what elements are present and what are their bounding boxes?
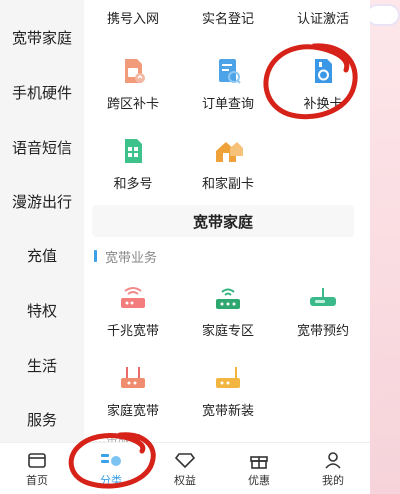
sidebar-item-service[interactable]: 服务: [0, 392, 84, 446]
app-screen: 宽带家庭 手机硬件 语音短信 漫游出行 充值 特权 生活 服务 携号入网 实名登…: [0, 0, 370, 494]
top-row: 携号入网 实名登记 认证激活: [84, 8, 370, 30]
sidebar-item-roaming[interactable]: 漫游出行: [0, 174, 84, 228]
home-broadband-icon: [117, 362, 149, 394]
sidebar-item-life[interactable]: 生活: [0, 338, 84, 392]
grid-item-label: 千兆宽带: [106, 324, 159, 339]
sidebar-item-voice-sms[interactable]: 语音短信: [0, 120, 84, 174]
tab-offers[interactable]: 优惠: [222, 443, 296, 494]
sidebar-item-broadband[interactable]: 宽带家庭: [0, 10, 84, 64]
grid-item-home-zone[interactable]: 家庭专区: [183, 282, 273, 354]
category-icon: [100, 450, 122, 470]
grid-item-label: 补换卡: [303, 97, 343, 112]
new-install-icon: [212, 362, 244, 394]
tab-label: 我的: [322, 474, 344, 487]
subsection-label: 宽带业务: [105, 250, 158, 266]
top-item-activation[interactable]: 认证激活: [278, 8, 368, 27]
home-icon: [26, 450, 48, 470]
sidebar-item-privilege[interactable]: 特权: [0, 283, 84, 337]
cloud-decoration: [368, 6, 398, 24]
category-sidebar: 宽带家庭 手机硬件 语音短信 漫游出行 充值 特权 生活 服务: [0, 0, 84, 442]
grid-item-home-broadband[interactable]: 家庭宽带: [88, 362, 178, 434]
grid-item-multi-number[interactable]: 和多号: [88, 135, 178, 207]
subsection-title: 宽带业务: [94, 247, 158, 266]
tab-label: 分类: [100, 474, 122, 487]
grid-item-family-sub-card[interactable]: 和家副卡: [183, 135, 273, 207]
tab-label: 首页: [26, 474, 48, 487]
gift-icon: [248, 450, 270, 470]
grid-item-label: 和多号: [113, 177, 153, 192]
grid-item-label: 家庭宽带: [106, 404, 159, 419]
grid-item-label: 宽带新装: [201, 404, 254, 419]
tab-label: 权益: [174, 474, 196, 487]
home-zone-icon: [212, 282, 244, 314]
grid-item-order-query[interactable]: 订单查询: [183, 55, 273, 127]
grid-item-sim-replace[interactable]: 补换卡: [278, 55, 368, 127]
tab-mine[interactable]: 我的: [296, 443, 370, 494]
grid-item-cross-region-sim[interactable]: 跨区补卡: [88, 55, 178, 127]
grid-item-gigabit-broadband[interactable]: 千兆宽带: [88, 282, 178, 354]
tab-home[interactable]: 首页: [0, 443, 74, 494]
bottom-tab-bar: 首页 分类 权益 优惠 我的: [0, 432, 370, 494]
grid-item-label: 订单查询: [201, 97, 254, 112]
grid-item-broadband-booking[interactable]: 宽带预约: [278, 282, 368, 354]
subsection-accent-bar: [94, 250, 97, 262]
sidebar-item-phone-hardware[interactable]: 手机硬件: [0, 65, 84, 119]
grid-item-new-install[interactable]: 宽带新装: [183, 362, 273, 434]
grid-item-label: 宽带预约: [296, 324, 349, 339]
family-sub-card-icon: [212, 135, 244, 167]
multi-number-sim-icon: [117, 135, 149, 167]
profile-icon: [322, 450, 344, 470]
broadband-booking-icon: [307, 282, 339, 314]
top-item-real-name[interactable]: 实名登记: [183, 8, 273, 27]
category-content: 携号入网 实名登记 认证激活 跨区补卡 订单查询 补换卡 和多号 和家副卡 宽带…: [84, 0, 370, 442]
grid-item-label: 家庭专区: [201, 324, 254, 339]
tab-category[interactable]: 分类: [74, 443, 148, 494]
sim-replace-icon: [307, 55, 339, 87]
section-title-broadband: 宽带家庭: [92, 205, 354, 237]
sim-swap-icon: [117, 55, 149, 87]
sidebar-item-recharge[interactable]: 充值: [0, 228, 84, 282]
tab-benefits[interactable]: 权益: [148, 443, 222, 494]
tab-label: 优惠: [248, 474, 270, 487]
next-subsection-title: …带服务: [94, 432, 143, 442]
diamond-icon: [174, 450, 196, 470]
gigabit-router-icon: [117, 282, 149, 314]
top-item-number-port[interactable]: 携号入网: [88, 8, 178, 27]
grid-item-label: 和家副卡: [201, 177, 254, 192]
decorative-side-strip: [370, 0, 400, 494]
grid-item-label: 跨区补卡: [106, 97, 159, 112]
order-search-icon: [212, 55, 244, 87]
